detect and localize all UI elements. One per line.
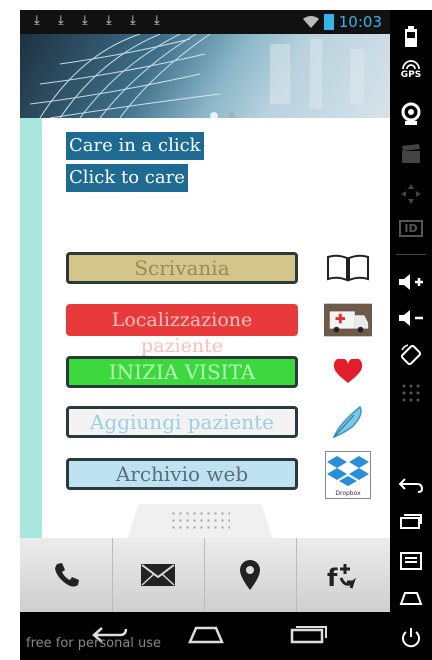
inizia-visita-button[interactable]: INIZIA VISITA (66, 356, 298, 388)
battery-icon[interactable] (390, 26, 432, 48)
recents-icon[interactable] (288, 624, 328, 646)
download-icon: ⤓ (154, 13, 160, 28)
content-panel: Care in a click Click to care Scrivania … (42, 118, 396, 538)
webcam-icon[interactable] (390, 102, 432, 126)
clock: 10:03 (338, 13, 382, 31)
volume-up-icon[interactable] (390, 272, 432, 292)
svg-text:f: f (327, 564, 338, 590)
volume-down-icon[interactable] (390, 308, 432, 328)
id-icon[interactable]: ID (390, 220, 432, 237)
rail-divider (396, 254, 426, 255)
location-button[interactable] (204, 538, 297, 612)
wifi-icon (302, 15, 319, 28)
dpad-icon[interactable] (390, 182, 432, 206)
menu-icon[interactable] (390, 552, 432, 570)
download-icon: ⤓ (130, 13, 136, 28)
gps-icon[interactable]: GPS (390, 60, 432, 80)
mail-button[interactable] (112, 538, 205, 612)
aggiungi-paziente-button[interactable]: Aggiungi paziente (66, 406, 298, 438)
download-icon: ⤓ (106, 13, 112, 28)
watermark: free for personal use (26, 636, 162, 651)
main-content: Care in a click Click to care Scrivania … (20, 118, 396, 538)
scrivania-button[interactable]: Scrivania (66, 252, 298, 284)
download-icon: ⤓ (82, 13, 88, 28)
tagline-click-to-care: Click to care (66, 164, 188, 192)
rotate-icon[interactable] (390, 344, 432, 366)
back-icon[interactable] (390, 476, 432, 494)
ambulance-icon[interactable] (324, 302, 372, 338)
feather-icon[interactable] (324, 404, 372, 440)
battery-icon (323, 14, 334, 30)
dropbox-caption: Dropbox (335, 490, 361, 497)
power-icon[interactable] (390, 626, 432, 650)
emulator-side-rail: GPS ID (390, 10, 432, 660)
archivio-web-button[interactable]: Archivio web (66, 458, 298, 490)
home-icon[interactable] (186, 624, 226, 646)
numpad-icon[interactable] (390, 382, 432, 404)
heart-icon[interactable] (324, 354, 372, 390)
phone-button[interactable] (20, 538, 113, 612)
facebook-button[interactable]: f (296, 538, 388, 612)
localizzazione-paziente-button[interactable]: Localizzazione paziente (66, 304, 298, 357)
bottom-action-bar: f (20, 538, 390, 612)
banner-carousel[interactable] (20, 34, 390, 118)
clapperboard-icon[interactable] (390, 144, 432, 164)
id-label: ID (399, 220, 423, 237)
wireframe-figure-image (29, 34, 364, 118)
dropbox-icon[interactable]: Dropbox (324, 451, 372, 499)
download-icon: ⤓ (34, 13, 40, 28)
status-bar: ⤓ ⤓ ⤓ ⤓ ⤓ ⤓ 10:03 (20, 10, 390, 34)
location-pin-icon (240, 560, 260, 590)
grip-dots-icon (170, 510, 230, 530)
phone-icon (55, 563, 79, 587)
home-icon[interactable] (390, 590, 432, 606)
mail-icon (141, 564, 175, 586)
recents-icon[interactable] (390, 512, 432, 530)
tagline-care-in-a-click: Care in a click (66, 132, 204, 160)
facebook-add-icon: f (327, 564, 356, 590)
download-icon: ⤓ (58, 13, 64, 28)
gps-label: GPS (400, 70, 422, 80)
book-icon[interactable] (324, 250, 372, 286)
